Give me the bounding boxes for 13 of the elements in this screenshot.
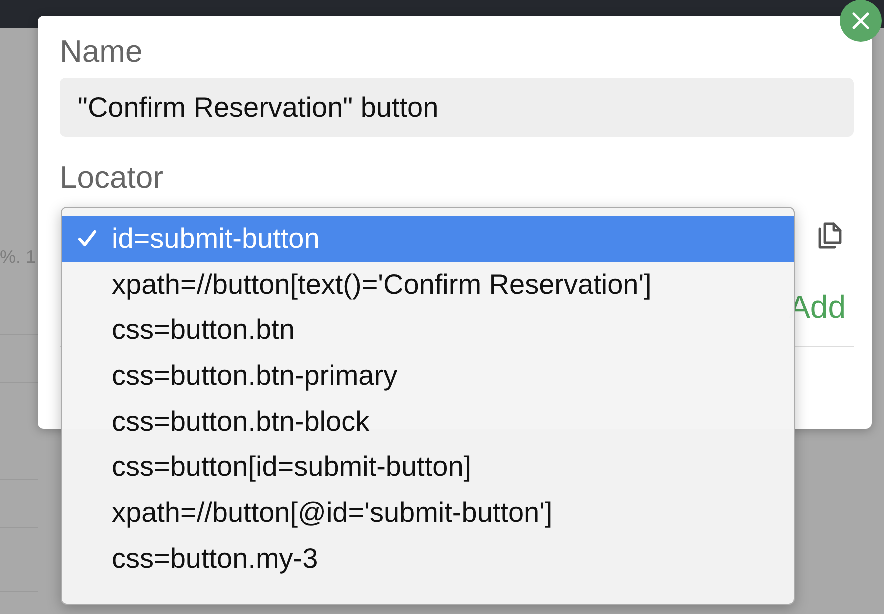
- dropdown-option[interactable]: xpath=//button[@id='submit-button']: [62, 490, 794, 536]
- field-label: Name: [60, 34, 143, 70]
- dropdown-option[interactable]: css=button.btn-block: [62, 398, 794, 444]
- dropdown-option[interactable]: xpath=//button[text()='Confirm Reservation']: [62, 262, 794, 308]
- close-icon: [852, 12, 870, 30]
- checkmark-icon: [78, 230, 97, 248]
- dropdown-option[interactable]: css=button[id=submit-button]: [62, 444, 794, 490]
- dropdown-option[interactable]: css=button.btn-primary: [62, 353, 794, 399]
- dropdown-option[interactable]: css=button.btn: [62, 307, 794, 354]
- copy-icon[interactable]: [817, 222, 843, 250]
- field-label: Locator: [60, 160, 164, 196]
- dropdown-option[interactable]: css=button.my-3: [62, 536, 794, 582]
- name-field[interactable]: "Confirm Reservation" button: [60, 78, 854, 137]
